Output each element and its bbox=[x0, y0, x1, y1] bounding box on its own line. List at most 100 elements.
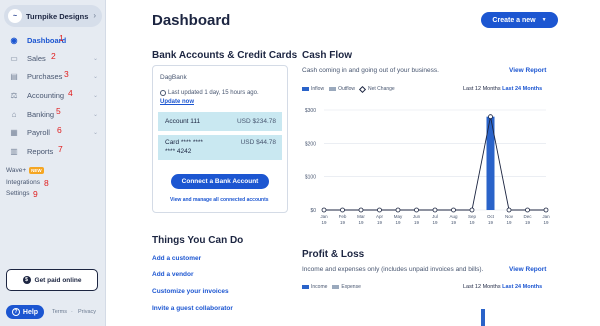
net-change-point bbox=[469, 207, 475, 213]
net-change-line bbox=[324, 116, 546, 211]
profit-loss-subtitle: Income and expenses only (includes unpai… bbox=[302, 266, 484, 273]
x-tick-label: 19 bbox=[451, 220, 457, 225]
wave-plus-label: Wave+ bbox=[6, 167, 27, 175]
period-last-12[interactable]: Last 12 Months bbox=[463, 284, 501, 290]
dollar-icon: $ bbox=[22, 276, 31, 284]
x-tick-label: 19 bbox=[543, 220, 549, 225]
sidebar-item-dashboard[interactable]: ◉ Dashboard bbox=[8, 33, 102, 47]
x-tick-label: 19 bbox=[395, 220, 401, 225]
connect-bank-button[interactable]: Connect a Bank Account bbox=[171, 174, 269, 189]
add-customer-link[interactable]: Add a customer bbox=[152, 255, 201, 262]
net-change-point bbox=[543, 207, 549, 213]
legend-item[interactable]: Income bbox=[302, 284, 327, 290]
net-change-point bbox=[358, 207, 364, 213]
profit-loss-view-report-link[interactable]: View Report bbox=[509, 266, 546, 273]
x-tick-label: 19 bbox=[488, 220, 494, 225]
terms-link[interactable]: Terms bbox=[52, 309, 67, 315]
annotation-number: 8 bbox=[44, 178, 49, 188]
inflow-swatch bbox=[302, 87, 309, 91]
x-tick-label: Nov bbox=[505, 214, 514, 219]
sidebar-item-payroll[interactable]: ▦ Payroll ⌄ bbox=[8, 125, 102, 139]
chevron-right-icon: › bbox=[93, 11, 96, 20]
integrations-link[interactable]: Integrations bbox=[6, 179, 40, 186]
legend-label: Income bbox=[311, 284, 328, 290]
bank-accounts-heading: Bank Accounts & Credit Cards bbox=[152, 50, 298, 61]
cash-flow-subtitle: Cash coming in and going out of your bus… bbox=[302, 67, 439, 74]
sidebar-item-accounting[interactable]: ⚖ Accounting ⌄ bbox=[8, 88, 102, 102]
account-row[interactable]: Account 111 USD $234.78 bbox=[158, 112, 282, 131]
customize-invoices-link[interactable]: Customize your invoices bbox=[152, 288, 229, 295]
integrations-label: Integrations bbox=[6, 179, 40, 186]
chevron-down-icon: ⌄ bbox=[92, 55, 98, 62]
expense-swatch bbox=[332, 285, 340, 289]
x-tick-label: Dec bbox=[523, 214, 532, 219]
sidebar-item-label: Banking bbox=[27, 109, 55, 119]
caret-down-icon: ▼ bbox=[541, 17, 547, 23]
x-tick-label: Sep bbox=[468, 214, 477, 219]
y-tick-label: $200 bbox=[305, 141, 316, 147]
period-last-12[interactable]: Last 12 Months bbox=[463, 86, 501, 92]
x-tick-label: 19 bbox=[525, 220, 531, 225]
legend-label: Inflow bbox=[311, 86, 325, 92]
help-button[interactable]: ? Help bbox=[6, 305, 44, 319]
x-tick-label: 19 bbox=[321, 220, 327, 225]
cash-flow-heading: Cash Flow bbox=[302, 50, 353, 61]
privacy-link[interactable]: Privacy bbox=[78, 309, 96, 315]
create-new-button[interactable]: Create a new ▼ bbox=[481, 12, 558, 28]
annotation-number: 4 bbox=[68, 88, 73, 98]
cash-flow-legend: Inflow Outflow Net Change bbox=[302, 85, 400, 93]
net-change-point bbox=[451, 207, 456, 213]
period-last-24[interactable]: Last 24 Months bbox=[502, 284, 542, 290]
business-switcher[interactable]: ~ Turnpike Designs › bbox=[4, 5, 102, 27]
legend-item[interactable]: Outflow bbox=[329, 86, 355, 92]
chevron-down-icon: ⌄ bbox=[92, 111, 98, 118]
new-badge: NEW bbox=[29, 167, 44, 174]
x-tick-label: Jan bbox=[542, 214, 550, 219]
period-last-24[interactable]: Last 24 Months bbox=[502, 86, 542, 92]
get-paid-online-button[interactable]: $ Get paid online bbox=[6, 269, 98, 291]
cash-flow-view-report-link[interactable]: View Report bbox=[509, 67, 546, 74]
reports-icon: ▥ bbox=[10, 146, 18, 156]
net-change-point bbox=[377, 207, 382, 213]
sidebar-item-purchases[interactable]: ▤ Purchases ⌄ bbox=[8, 69, 102, 83]
legend-item[interactable]: Net Change bbox=[358, 85, 395, 93]
settings-link[interactable]: Settings bbox=[6, 190, 30, 197]
account-row[interactable]: Card **** **** **** 4242 USD $44.78 bbox=[158, 135, 282, 160]
payroll-icon: ▦ bbox=[10, 127, 18, 137]
legend-item[interactable]: Inflow bbox=[302, 86, 324, 92]
last-updated: Last updated 1 day, 15 hours ago. bbox=[160, 90, 259, 96]
wave-plus-link[interactable]: Wave+ NEW bbox=[6, 167, 44, 174]
y-tick-label: $100 bbox=[305, 175, 316, 181]
invite-guest-collaborator-link[interactable]: Invite a guest collaborator bbox=[152, 305, 233, 312]
net-change-point bbox=[414, 207, 419, 213]
update-now-link[interactable]: Update now bbox=[160, 99, 194, 105]
wave-logo-icon: ~ bbox=[8, 9, 22, 23]
chevron-down-icon: ⌄ bbox=[92, 92, 98, 99]
account-balance: USD $234.78 bbox=[236, 118, 276, 125]
annotation-number: 5 bbox=[56, 106, 61, 116]
sidebar-item-banking[interactable]: ⌂ Banking ⌄ bbox=[8, 107, 102, 121]
outflow-swatch bbox=[329, 87, 337, 91]
sidebar-item-reports[interactable]: ▥ Reports bbox=[8, 144, 102, 158]
banking-icon: ⌂ bbox=[11, 109, 17, 119]
accounting-icon: ⚖ bbox=[10, 90, 18, 100]
net-change-diamond-icon bbox=[358, 85, 367, 93]
bank-card: DagBank Last updated 1 day, 15 hours ago… bbox=[152, 65, 288, 213]
page-title: Dashboard bbox=[152, 12, 231, 29]
annotation-number: 6 bbox=[57, 125, 62, 135]
business-name: Turnpike Designs bbox=[26, 11, 89, 21]
sales-icon: ▭ bbox=[10, 53, 18, 63]
legend-item[interactable]: Expense bbox=[332, 284, 361, 290]
things-you-can-do-heading: Things You Can Do bbox=[152, 235, 244, 246]
view-manage-accounts-link[interactable]: View and manage all connected accounts bbox=[170, 197, 269, 203]
create-new-label: Create a new bbox=[492, 16, 536, 24]
account-name: Card **** **** bbox=[165, 139, 203, 146]
add-vendor-link[interactable]: Add a vendor bbox=[152, 271, 194, 278]
x-tick-label: Apr bbox=[376, 214, 384, 219]
net-change-point bbox=[340, 207, 345, 213]
x-tick-label: Jan bbox=[320, 214, 328, 219]
help-label: Help bbox=[22, 308, 39, 316]
net-change-point bbox=[488, 114, 493, 120]
legend-label: Expense bbox=[341, 284, 361, 290]
x-tick-label: 19 bbox=[414, 220, 420, 225]
